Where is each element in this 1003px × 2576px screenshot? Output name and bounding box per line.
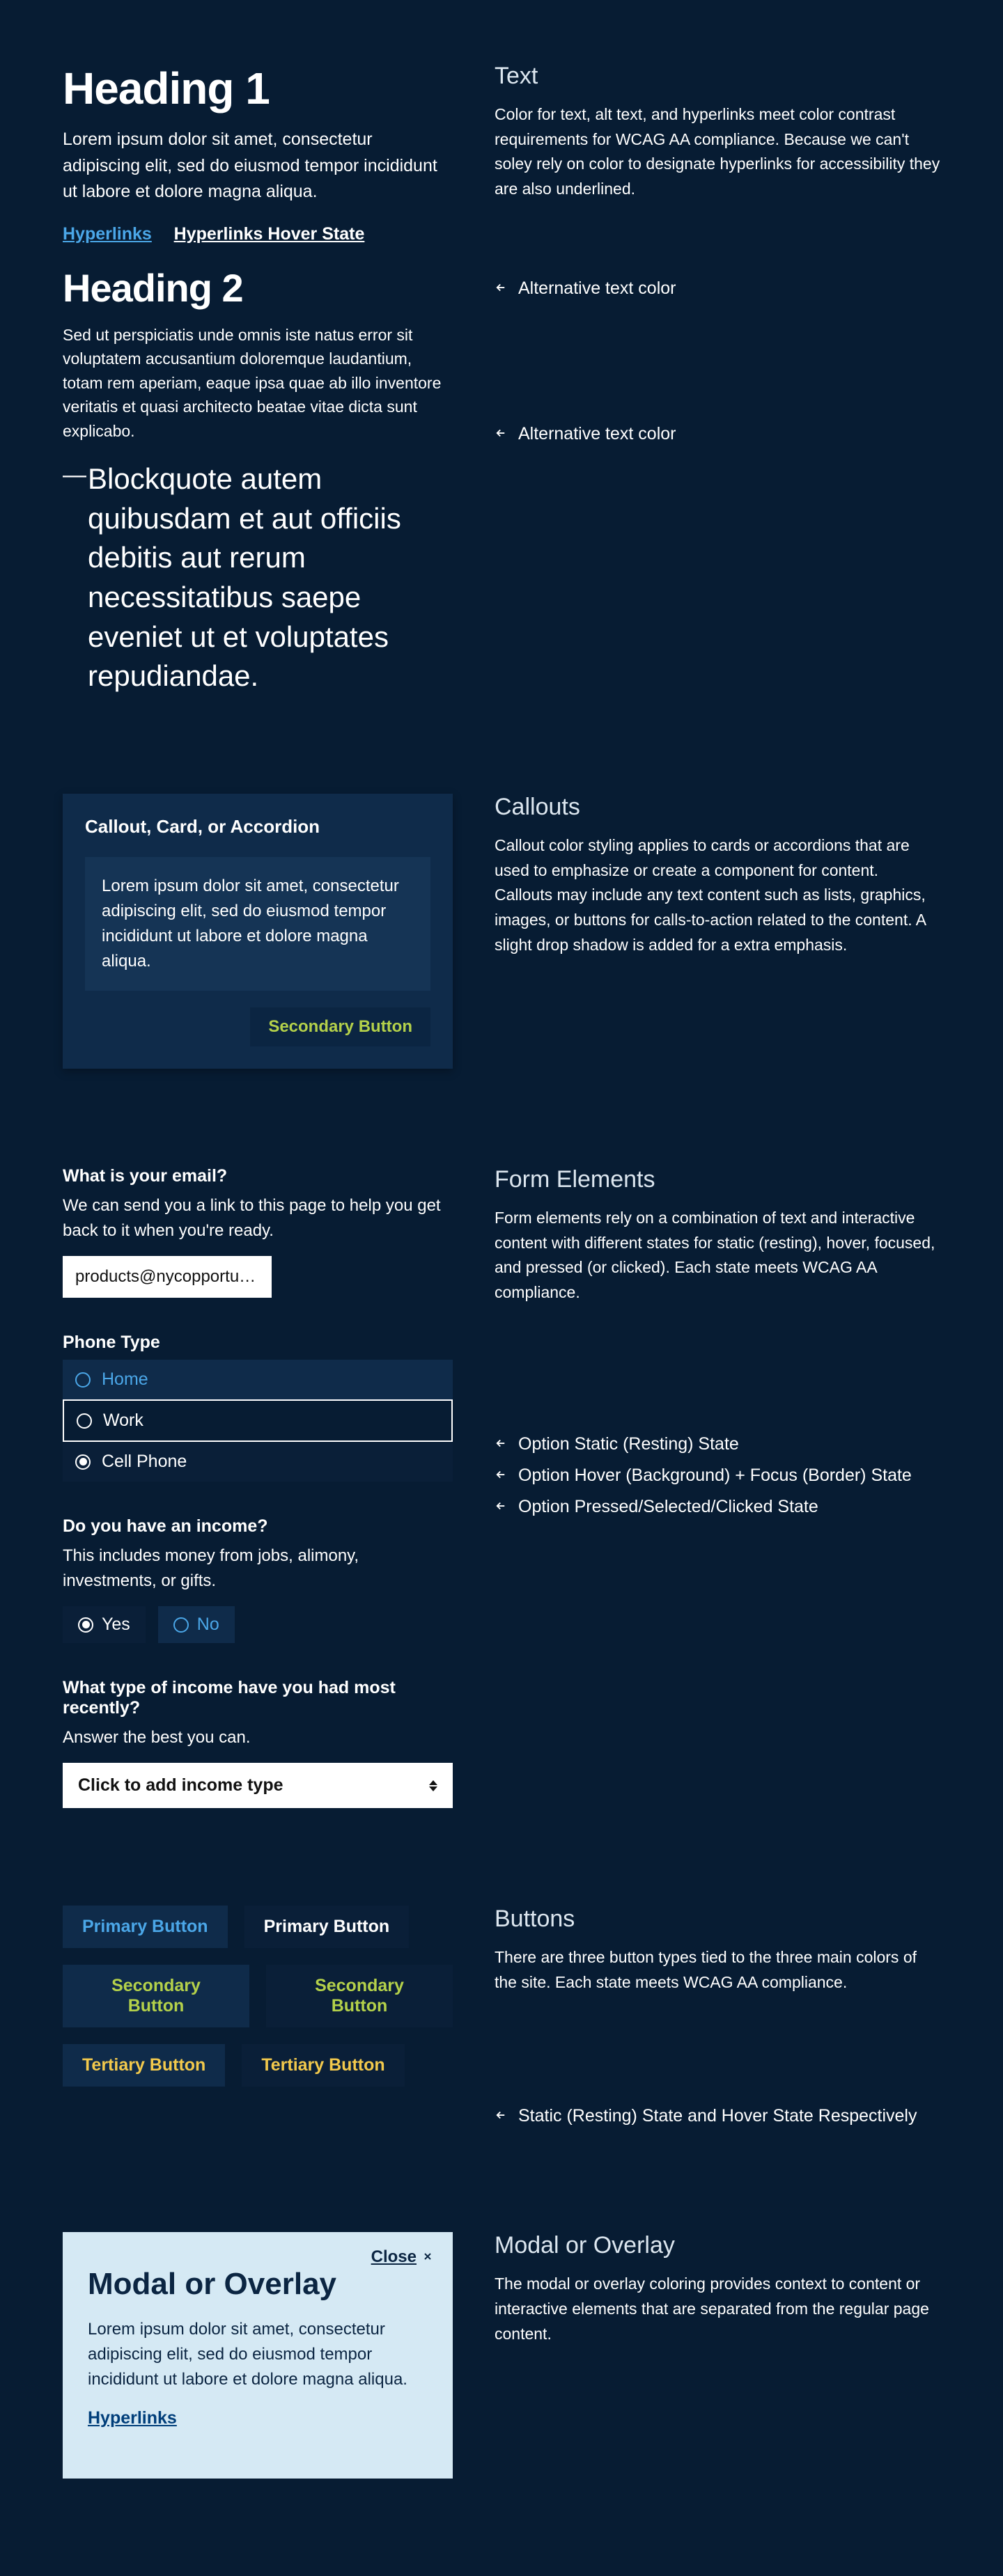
tertiary-button-hover[interactable]: Tertiary Button bbox=[242, 2044, 404, 2087]
option-label: Home bbox=[102, 1369, 148, 1390]
section-title-modal: Modal or Overlay bbox=[495, 2232, 940, 2259]
primary-button-hover[interactable]: Primary Button bbox=[244, 1906, 410, 1948]
modal-title: Modal or Overlay bbox=[88, 2267, 428, 2302]
alt-text-label-2: Alternative text color bbox=[518, 424, 676, 444]
heading-2: Heading 2 bbox=[63, 265, 453, 311]
callout-body: Lorem ipsum dolor sit amet, consectetur … bbox=[85, 857, 430, 991]
secondary-button-hover[interactable]: Secondary Button bbox=[266, 1965, 453, 2027]
alt-text-label-1: Alternative text color bbox=[518, 278, 676, 299]
radio-icon bbox=[173, 1617, 189, 1633]
arrow-left-icon bbox=[495, 2106, 507, 2126]
close-label: Close bbox=[371, 2247, 417, 2267]
section-desc-text: Color for text, alt text, and hyperlinks… bbox=[495, 102, 940, 202]
body-text-2: Sed ut perspiciatis unde omnis iste natu… bbox=[63, 323, 453, 443]
arrow-left-icon bbox=[495, 1466, 507, 1486]
modal-hyperlink[interactable]: Hyperlinks bbox=[88, 2408, 177, 2428]
arrow-left-icon bbox=[495, 1434, 507, 1454]
radio-icon bbox=[77, 1413, 92, 1429]
state-note-resting: Option Static (Resting) State bbox=[495, 1434, 940, 1454]
option-yes[interactable]: Yes bbox=[63, 1606, 146, 1643]
income-type-help: Answer the best you can. bbox=[63, 1725, 453, 1750]
section-title-text: Text bbox=[495, 63, 940, 90]
state-label: Option Static (Resting) State bbox=[518, 1434, 739, 1454]
section-desc-form: Form elements rely on a combination of t… bbox=[495, 1206, 940, 1305]
alt-text-note-1: Alternative text color bbox=[495, 278, 940, 299]
state-label: Static (Resting) State and Hover State R… bbox=[518, 2106, 917, 2126]
blockquote: Blockquote autem quibusdam et aut offici… bbox=[63, 460, 453, 696]
email-label: What is your email? bbox=[63, 1166, 453, 1186]
option-label: Cell Phone bbox=[102, 1452, 187, 1472]
primary-button-rest[interactable]: Primary Button bbox=[63, 1906, 228, 1948]
option-label: Yes bbox=[102, 1615, 130, 1635]
section-desc-callouts: Callout color styling applies to cards o… bbox=[495, 833, 940, 957]
callout-card: Callout, Card, or Accordion Lorem ipsum … bbox=[63, 794, 453, 1069]
modal-close-button[interactable]: Close bbox=[371, 2247, 433, 2267]
section-desc-modal: The modal or overlay coloring provides c… bbox=[495, 2272, 940, 2346]
alt-text-note-2: Alternative text color bbox=[495, 424, 940, 444]
option-no[interactable]: No bbox=[158, 1606, 235, 1643]
section-title-callouts: Callouts bbox=[495, 794, 940, 821]
income-label: Do you have an income? bbox=[63, 1516, 453, 1537]
state-note-hover: Option Hover (Background) + Focus (Borde… bbox=[495, 1466, 940, 1486]
section-desc-buttons: There are three button types tied to the… bbox=[495, 1945, 940, 1995]
radio-filled-icon bbox=[75, 1454, 91, 1470]
radio-filled-icon bbox=[78, 1617, 93, 1633]
callout-title: Callout, Card, or Accordion bbox=[85, 816, 430, 838]
income-type-select[interactable]: Click to add income type bbox=[63, 1763, 453, 1808]
button-state-note: Static (Resting) State and Hover State R… bbox=[495, 2106, 940, 2126]
callout-secondary-button[interactable]: Secondary Button bbox=[250, 1007, 430, 1046]
phone-type-label: Phone Type bbox=[63, 1333, 453, 1353]
hyperlink-hover-example[interactable]: Hyperlinks Hover State bbox=[174, 224, 365, 244]
state-label: Option Pressed/Selected/Clicked State bbox=[518, 1497, 818, 1517]
state-label: Option Hover (Background) + Focus (Borde… bbox=[518, 1466, 912, 1486]
income-type-label: What type of income have you had most re… bbox=[63, 1678, 453, 1718]
email-help: We can send you a link to this page to h… bbox=[63, 1193, 453, 1243]
option-label: No bbox=[197, 1615, 219, 1635]
hyperlink-example[interactable]: Hyperlinks bbox=[63, 224, 152, 244]
modal-body: Lorem ipsum dolor sit amet, consectetur … bbox=[88, 2317, 428, 2392]
option-cell[interactable]: Cell Phone bbox=[63, 1442, 453, 1482]
arrow-left-icon bbox=[495, 278, 507, 299]
body-text-1: Lorem ipsum dolor sit amet, consectetur … bbox=[63, 127, 453, 205]
tertiary-button-rest[interactable]: Tertiary Button bbox=[63, 2044, 225, 2087]
email-input[interactable]: products@nycopportunity.nyc.g… bbox=[63, 1256, 272, 1298]
section-title-form: Form Elements bbox=[495, 1166, 940, 1193]
heading-1: Heading 1 bbox=[63, 63, 453, 114]
state-note-selected: Option Pressed/Selected/Clicked State bbox=[495, 1497, 940, 1517]
arrow-left-icon bbox=[495, 1497, 507, 1517]
section-title-buttons: Buttons bbox=[495, 1906, 940, 1933]
arrow-left-icon bbox=[495, 424, 507, 444]
select-placeholder: Click to add income type bbox=[78, 1775, 283, 1796]
option-work[interactable]: Work bbox=[63, 1399, 453, 1442]
modal-example: Close Modal or Overlay Lorem ipsum dolor… bbox=[63, 2232, 453, 2479]
radio-icon bbox=[75, 1372, 91, 1388]
option-label: Work bbox=[103, 1411, 143, 1431]
option-home[interactable]: Home bbox=[63, 1360, 453, 1399]
secondary-button-rest[interactable]: Secondary Button bbox=[63, 1965, 249, 2027]
close-icon bbox=[422, 2247, 433, 2267]
sort-icon bbox=[429, 1780, 437, 1791]
income-help: This includes money from jobs, alimony, … bbox=[63, 1544, 453, 1594]
